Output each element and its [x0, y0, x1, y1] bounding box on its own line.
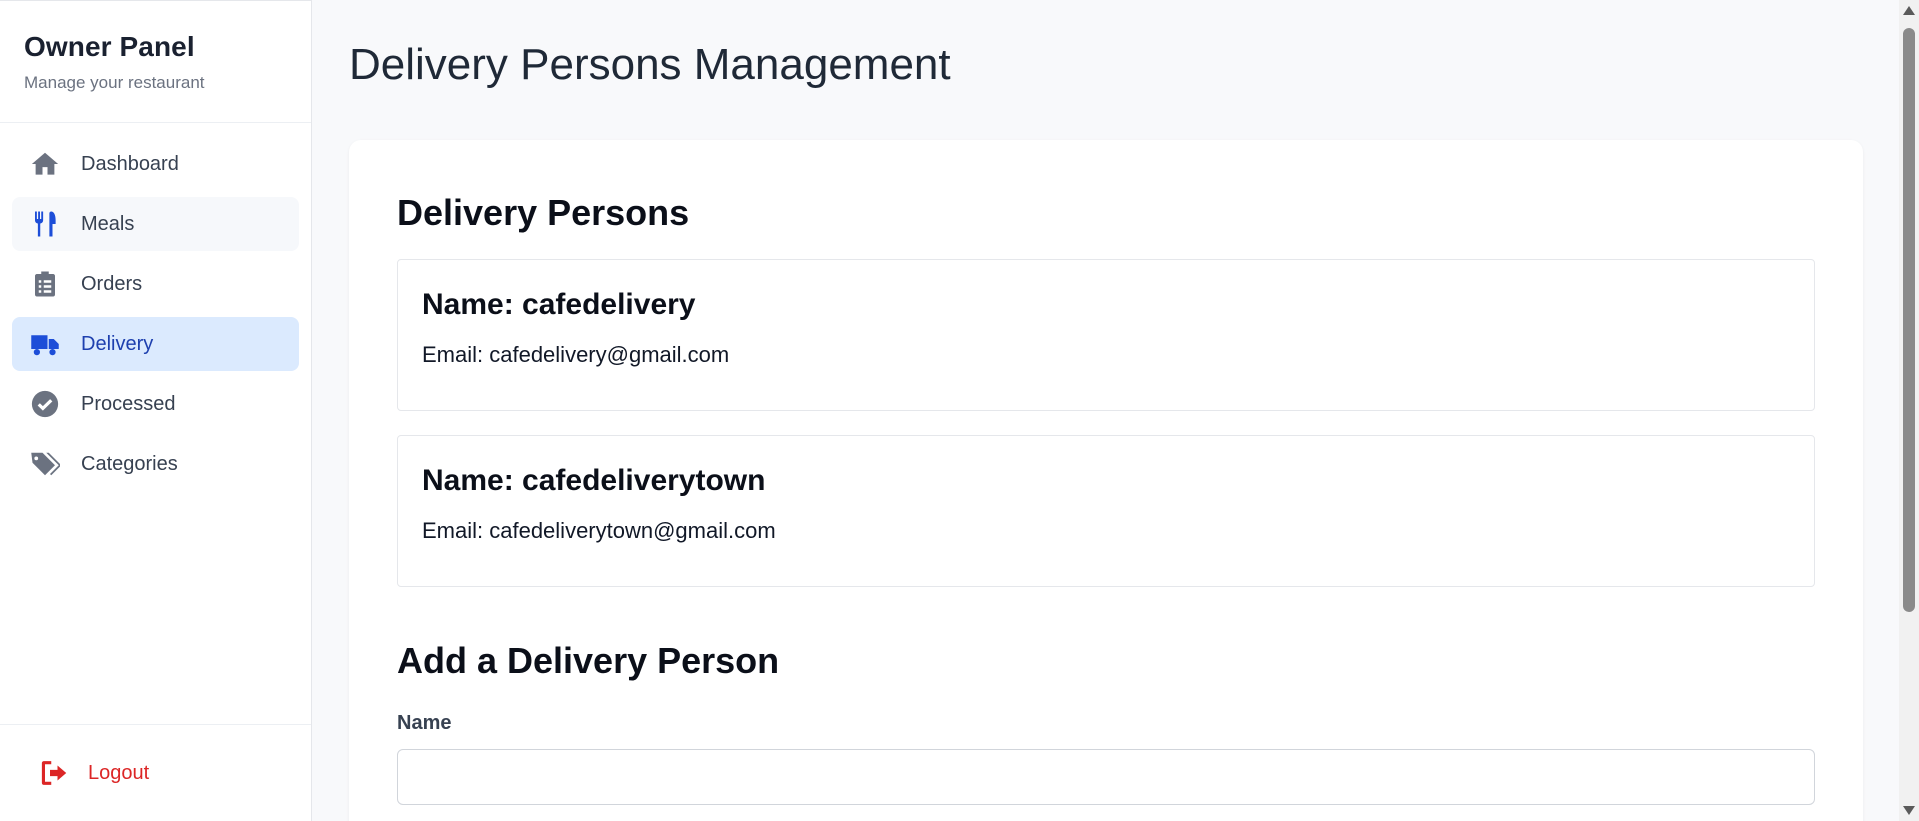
home-icon [29, 148, 61, 180]
name-field-label: Name [397, 712, 452, 734]
sidebar-nav: Dashboard Meals Orders Delivery Processe… [0, 123, 311, 511]
sidebar-item-label: Meals [81, 212, 135, 235]
sidebar-item-label: Delivery [81, 332, 154, 355]
delivery-person-item: Name: cafedelivery Email: cafedelivery@g… [397, 259, 1815, 411]
truck-icon [29, 328, 61, 360]
logout-button[interactable]: Logout [0, 724, 311, 821]
person-name: Name: cafedelivery [422, 288, 696, 321]
brand-title: Owner Panel [24, 31, 195, 62]
sidebar-item-processed[interactable]: Processed [12, 377, 299, 431]
delivery-person-item: Name: cafedeliverytown Email: cafedelive… [397, 435, 1815, 587]
sidebar-item-label: Orders [81, 272, 143, 295]
scroll-down-arrow-icon[interactable] [1903, 806, 1915, 815]
tags-icon [29, 448, 61, 480]
sidebar-item-orders[interactable]: Orders [12, 257, 299, 311]
logout-label: Logout [88, 761, 150, 784]
sign-out-icon [40, 757, 72, 789]
sidebar-item-dashboard[interactable]: Dashboard [12, 137, 299, 191]
sidebar-item-label: Processed [81, 392, 176, 415]
page-title: Delivery Persons Management [349, 40, 951, 89]
page-scrollbar[interactable] [1899, 0, 1919, 821]
person-name: Name: cafedeliverytown [422, 464, 766, 497]
sidebar-item-label: Dashboard [81, 152, 179, 175]
sidebar-item-categories[interactable]: Categories [12, 437, 299, 491]
sidebar-item-delivery[interactable]: Delivery [12, 317, 299, 371]
sidebar-brand: Owner Panel Manage your restaurant [0, 1, 311, 123]
app-root: Owner Panel Manage your restaurant Dashb… [0, 0, 1919, 821]
sidebar: Owner Panel Manage your restaurant Dashb… [0, 0, 312, 821]
check-circle-icon [29, 388, 61, 420]
utensils-icon [29, 208, 61, 240]
add-delivery-person-title: Add a Delivery Person [397, 640, 780, 681]
scroll-thumb[interactable] [1903, 28, 1915, 612]
clipboard-list-icon [29, 268, 61, 300]
person-email: Email: cafedelivery@gmail.com [422, 342, 730, 367]
scroll-up-arrow-icon[interactable] [1903, 6, 1915, 15]
name-input[interactable] [397, 749, 1815, 805]
person-email: Email: cafedeliverytown@gmail.com [422, 518, 776, 543]
delivery-card: Delivery Persons Name: cafedelivery Emai… [349, 140, 1863, 821]
sidebar-item-meals[interactable]: Meals [12, 197, 299, 251]
brand-subtitle: Manage your restaurant [24, 73, 205, 92]
main-content: Delivery Persons Management Delivery Per… [313, 0, 1899, 821]
delivery-persons-title: Delivery Persons [397, 192, 690, 233]
sidebar-item-label: Categories [81, 452, 178, 475]
